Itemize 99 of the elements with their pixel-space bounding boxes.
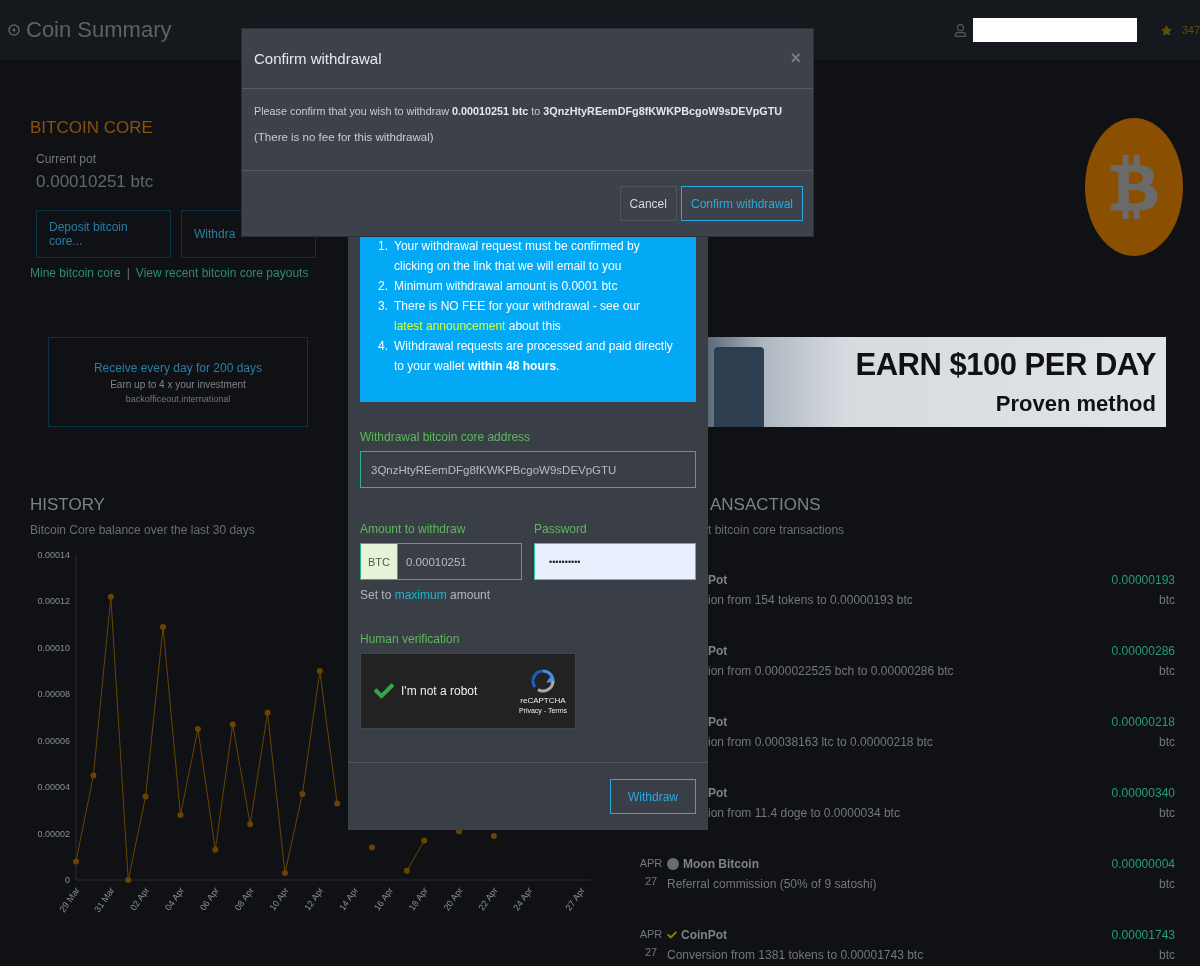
note-number: 2. <box>378 278 389 295</box>
x-tick-label: 22 Apr <box>476 885 500 913</box>
ad-banner[interactable]: EARN $100 PER DAY Proven method <box>708 337 1166 427</box>
points-count: 347 <box>1181 24 1200 36</box>
history-subtitle: Bitcoin Core balance over the last 30 days <box>30 523 255 537</box>
field-label: Human verification <box>360 632 461 646</box>
amount-field[interactable]: 0.00010251 <box>398 543 522 580</box>
transactions-title: ANSACTIONS <box>709 495 821 515</box>
note-number: 1. <box>378 238 389 255</box>
x-tick-label: 08 Apr <box>232 885 256 913</box>
y-tick-label: 0.00006 <box>37 735 70 746</box>
close-button[interactable]: × <box>788 48 803 69</box>
action-button[interactable]: Deposit bitcoin core... <box>36 210 171 258</box>
history-title: HISTORY <box>30 495 105 515</box>
tx-day: 27 <box>644 875 658 887</box>
tx-description: ion from 154 tokens to 0.00000193 btc <box>708 593 913 607</box>
max-amount-hint: Set to maximum amount <box>360 588 492 602</box>
ad-text: Earn up to 4 x your investment <box>110 378 246 390</box>
x-tick-label: 24 Apr <box>511 885 535 913</box>
tx-description: Referral commission (50% of 9 satoshi) <box>667 877 877 891</box>
fee-note: (There is no fee for this withdrawal) <box>254 131 435 143</box>
link-separator: | <box>126 266 130 280</box>
note-text: Withdrawal requests are processed and paid directly to your wallet within 48 hours. <box>394 338 674 375</box>
x-tick-label: 04 Apr <box>163 885 187 913</box>
field-label: Withdrawal bitcoin core address <box>360 430 532 444</box>
password-field[interactable]: •••••••••• <box>534 543 696 580</box>
confirm-button[interactable]: Confirm withdrawal <box>680 186 803 221</box>
banner-tagline: Proven method <box>995 391 1156 417</box>
tx-amount: 0.00000286 <box>1111 644 1175 658</box>
tx-source: Pot <box>708 573 728 587</box>
tx-amount: 0.00000004 <box>1111 857 1175 871</box>
transactions-subtitle: t bitcoin core transactions <box>707 523 845 537</box>
note-text: Minimum withdrawal amount is 0.0001 btc <box>394 278 618 295</box>
tx-source: Pot <box>708 786 728 800</box>
tx-unit: btc <box>1159 948 1175 962</box>
x-tick-label: 31 Mar <box>92 885 117 915</box>
tx-description: ion from 11.4 doge to 0.0000034 btc <box>708 806 900 820</box>
payouts-link[interactable]: View recent bitcoin core payouts <box>135 266 309 280</box>
maximum-link[interactable]: maximum <box>394 588 447 602</box>
tx-amount: 0.00001743 <box>1111 928 1175 942</box>
tx-source: Moon Bitcoin <box>683 857 759 871</box>
y-tick-label: 0.00004 <box>37 782 70 793</box>
tx-description: ion from 0.00038163 ltc to 0.00000218 btc <box>708 735 933 749</box>
tx-source: CoinPot <box>681 928 727 942</box>
x-tick-label: 06 Apr <box>197 885 221 913</box>
x-tick-label: 02 Apr <box>128 885 152 913</box>
tx-source: Pot <box>708 715 728 729</box>
y-tick-label: 0 <box>65 875 70 885</box>
y-tick-label: 0.00002 <box>37 828 70 839</box>
address-field[interactable]: 3QnzHtyREemDFg8fKWKPBcgoW9sDEVpGTU <box>360 451 696 488</box>
tx-day: 27 <box>644 946 658 958</box>
tx-unit: btc <box>1159 806 1175 820</box>
tx-description: ion from 0.0000022525 bch to 0.00000286 btc <box>708 664 954 678</box>
announcement-link[interactable]: latest announcement <box>394 319 506 333</box>
tx-unit: btc <box>1159 735 1175 749</box>
y-tick-label: 0.00010 <box>37 642 70 653</box>
confirm-message: Please confirm that you wish to withdraw 0.00010251 btc to 3QnzHtyREemDFg8fKWKPBcgoW9sDEVpGTU <box>254 105 784 117</box>
note-text: There is NO FEE for your withdrawal - see our latest announcement about this <box>394 298 642 335</box>
y-tick-label: 0.00008 <box>37 689 70 700</box>
coin-name: BITCOIN CORE <box>30 118 153 138</box>
x-tick-label: 29 Mar <box>57 885 82 915</box>
tx-amount: 0.00000193 <box>1111 573 1175 587</box>
ad-card[interactable]: Receive every day for 200 days Earn up to 4 x your investment backofficeout.international <box>48 337 308 427</box>
tx-unit: btc <box>1159 877 1175 891</box>
currency-addon: BTC <box>360 543 398 580</box>
x-tick-label: 20 Apr <box>441 885 465 913</box>
page-title: Coin Summary <box>26 17 173 43</box>
tx-source: Pot <box>708 644 728 658</box>
banner-headline: EARN $100 PER DAY <box>855 347 1156 383</box>
ad-title: Receive every day for 200 days <box>93 360 263 375</box>
cancel-button[interactable]: Cancel <box>619 186 677 221</box>
y-tick-label: 0.00012 <box>37 596 70 607</box>
note-text: Your withdrawal request must be confirmed by clicking on the link that we will email to you <box>394 238 641 275</box>
note-number: 4. <box>378 338 389 355</box>
dialog-title: Confirm withdrawal <box>254 50 382 67</box>
tx-unit: btc <box>1159 593 1175 607</box>
x-tick-label: 10 Apr <box>267 885 291 913</box>
withdraw-button[interactable]: Withdraw <box>610 779 696 814</box>
tx-unit: btc <box>1159 664 1175 678</box>
ad-url: backofficeout.international <box>125 393 231 404</box>
x-tick-label: 18 Apr <box>406 885 430 913</box>
pot-label: Current pot <box>36 152 97 166</box>
mine-link[interactable]: Mine bitcoin core <box>30 266 121 280</box>
tx-amount: 0.00000340 <box>1111 786 1175 800</box>
x-tick-label: 16 Apr <box>371 885 396 913</box>
captcha-label: I'm not a robot <box>401 684 479 698</box>
tx-month: APR <box>639 928 663 940</box>
tx-description: Conversion from 1381 tokens to 0.00001743 btc <box>667 948 924 962</box>
x-tick-label: 12 Apr <box>302 885 326 913</box>
pot-value: 0.00010251 btc <box>36 172 155 192</box>
y-tick-label: 0.00014 <box>37 550 70 560</box>
captcha-brand: reCAPTCHA <box>520 696 566 705</box>
tx-amount: 0.00000218 <box>1111 715 1175 729</box>
field-label: Password <box>534 522 588 536</box>
x-tick-label: 14 Apr <box>337 885 361 913</box>
note-number: 3. <box>378 298 389 315</box>
x-tick-label: 27 Apr <box>563 885 587 913</box>
tx-month: APR <box>639 857 663 869</box>
field-label: Amount to withdraw <box>360 522 467 536</box>
